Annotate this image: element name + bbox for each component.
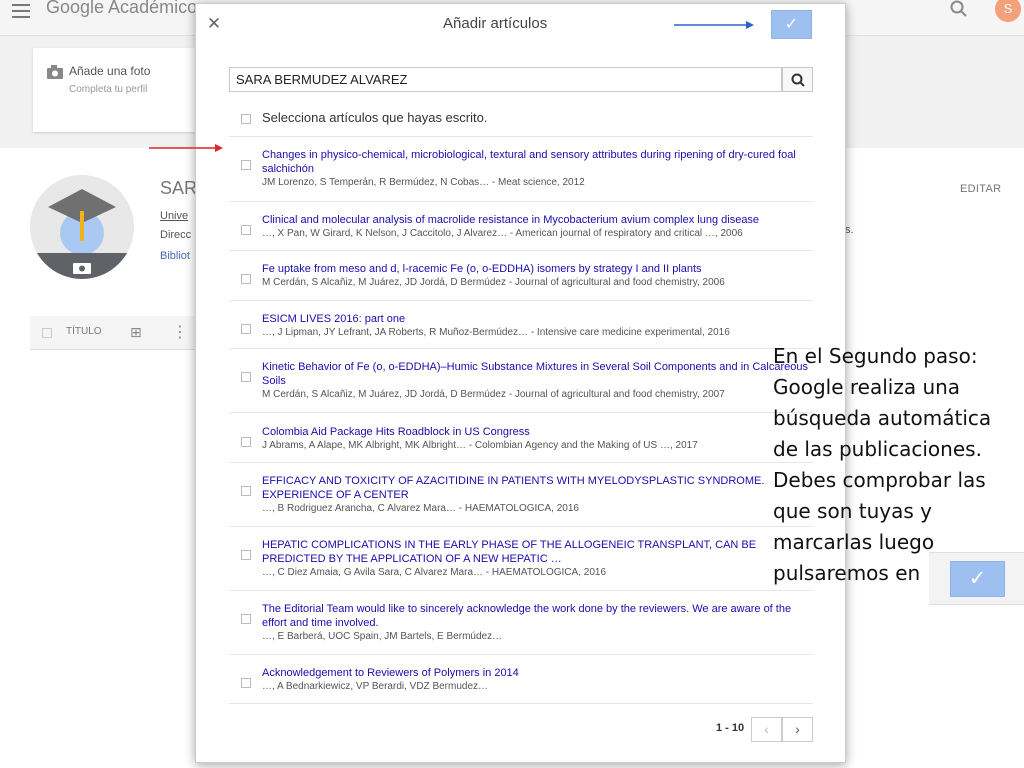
profile-library-link[interactable]: Bibliot	[160, 250, 190, 262]
article-meta: M Cerdán, S Alcañiz, M Juárez, JD Jordá,…	[262, 277, 725, 288]
article-checkbox[interactable]	[241, 678, 251, 688]
confirm-button[interactable]: ✓	[771, 10, 812, 39]
article-meta: …, C Diez Amaia, G Avila Sara, C Alvarez…	[262, 567, 607, 578]
list-divider	[229, 250, 813, 251]
article-meta: …, X Pan, W Girard, K Nelson, J Caccitol…	[262, 228, 743, 239]
profile-name: SAR	[160, 178, 198, 198]
pagination-label: 1 - 10	[716, 722, 745, 734]
arrow-annotation-icon	[674, 21, 754, 29]
add-icon[interactable]: ⊞	[130, 324, 142, 341]
search-button[interactable]	[782, 67, 813, 92]
article-title[interactable]: Fe uptake from meso and d, l-racemic Fe …	[262, 262, 812, 276]
article-meta: …, B Rodriguez Arancha, C Alvarez Mara… …	[262, 503, 579, 514]
next-page-button[interactable]: ›	[782, 717, 813, 742]
article-checkbox[interactable]	[241, 225, 251, 235]
profile-address: Direcc	[160, 229, 192, 241]
change-photo-icon[interactable]	[72, 259, 92, 275]
search-icon	[791, 73, 805, 87]
list-divider	[229, 462, 813, 463]
add-articles-dialog: ✕ Añadir artículos ✓ Selecciona artículo…	[195, 3, 846, 763]
arrow-annotation-icon	[149, 144, 223, 152]
dialog-title: Añadir artículos	[443, 15, 548, 32]
article-meta: …, E Barberá, UOC Spain, JM Bartels, E B…	[262, 631, 503, 642]
search-icon[interactable]	[948, 0, 970, 20]
select-all-articles-checkbox[interactable]	[241, 114, 251, 124]
list-divider	[229, 412, 813, 413]
profile-university[interactable]: Unive	[160, 210, 188, 222]
article-checkbox[interactable]	[241, 550, 251, 560]
article-title[interactable]: Kinetic Behavior of Fe (o, o-EDDHA)–Humi…	[262, 360, 812, 388]
check-icon: ✓	[784, 16, 799, 33]
article-checkbox[interactable]	[241, 372, 251, 382]
complete-profile-label: Completa tu perfil	[69, 84, 148, 95]
article-checkbox[interactable]	[241, 274, 251, 284]
add-photo-label: Añade una foto	[69, 64, 151, 78]
article-title[interactable]: Clinical and molecular analysis of macro…	[262, 213, 812, 227]
select-articles-row[interactable]: Selecciona artículos que hayas escrito.	[241, 110, 811, 134]
list-divider	[229, 654, 813, 655]
article-title[interactable]: Changes in physico-chemical, microbiolog…	[262, 148, 812, 176]
article-title[interactable]: HEPATIC COMPLICATIONS IN THE EARLY PHASE…	[262, 538, 812, 566]
article-meta: J Abrams, A Alape, MK Albright, MK Albri…	[262, 440, 698, 451]
article-title[interactable]: EFFICACY AND TOXICITY OF AZACITIDINE IN …	[262, 474, 812, 502]
add-photo-card[interactable]: Añade una foto Completa tu perfil	[33, 48, 203, 132]
articles-table-header: TÍTULO ⊞ ⋮	[30, 316, 200, 350]
article-checkbox[interactable]	[241, 437, 251, 447]
check-icon: ✓	[968, 567, 987, 590]
article-checkbox[interactable]	[241, 614, 251, 624]
list-divider	[229, 300, 813, 301]
article-meta: M Cerdán, S Alcañiz, M Juárez, JD Jordá,…	[262, 389, 725, 400]
google-scholar-logo[interactable]: Google Académico	[46, 0, 197, 18]
article-title[interactable]: ESICM LIVES 2016: part one	[262, 312, 812, 326]
article-meta: …, A Bednarkiewicz, VP Berardi, VDZ Berm…	[262, 681, 489, 692]
list-divider	[229, 201, 813, 202]
author-search-input[interactable]	[229, 67, 782, 92]
annotation-confirm-button-image: ✓	[950, 561, 1005, 597]
select-all-checkbox[interactable]	[42, 328, 52, 338]
article-title[interactable]: Colombia Aid Package Hits Roadblock in U…	[262, 425, 812, 439]
list-divider	[229, 703, 813, 704]
profile-avatar[interactable]	[30, 175, 134, 279]
list-divider	[229, 136, 813, 137]
select-articles-label: Selecciona artículos que hayas escrito.	[262, 110, 488, 125]
article-meta: …, J Lipman, JY Lefrant, JA Roberts, R M…	[262, 327, 730, 338]
menu-icon[interactable]	[12, 0, 32, 18]
background-text-fragment: s.	[845, 224, 854, 236]
list-divider	[229, 590, 813, 591]
list-divider	[229, 526, 813, 527]
list-divider	[229, 348, 813, 349]
article-checkbox[interactable]	[241, 160, 251, 170]
article-meta: JM Lorenzo, S Temperán, R Bermúdez, N Co…	[262, 177, 585, 188]
article-title[interactable]: The Editorial Team would like to sincere…	[262, 602, 812, 630]
add-photo-icon	[47, 65, 63, 79]
title-column-header[interactable]: TÍTULO	[66, 326, 102, 337]
account-avatar[interactable]: S	[995, 0, 1021, 22]
article-checkbox[interactable]	[241, 486, 251, 496]
edit-button[interactable]: EDITAR	[960, 183, 1001, 195]
article-title[interactable]: Acknowledgement to Reviewers of Polymers…	[262, 666, 812, 680]
article-checkbox[interactable]	[241, 324, 251, 334]
previous-page-button[interactable]: ‹	[751, 717, 782, 742]
more-options-icon[interactable]: ⋮	[172, 322, 188, 342]
close-icon[interactable]: ✕	[204, 14, 224, 34]
